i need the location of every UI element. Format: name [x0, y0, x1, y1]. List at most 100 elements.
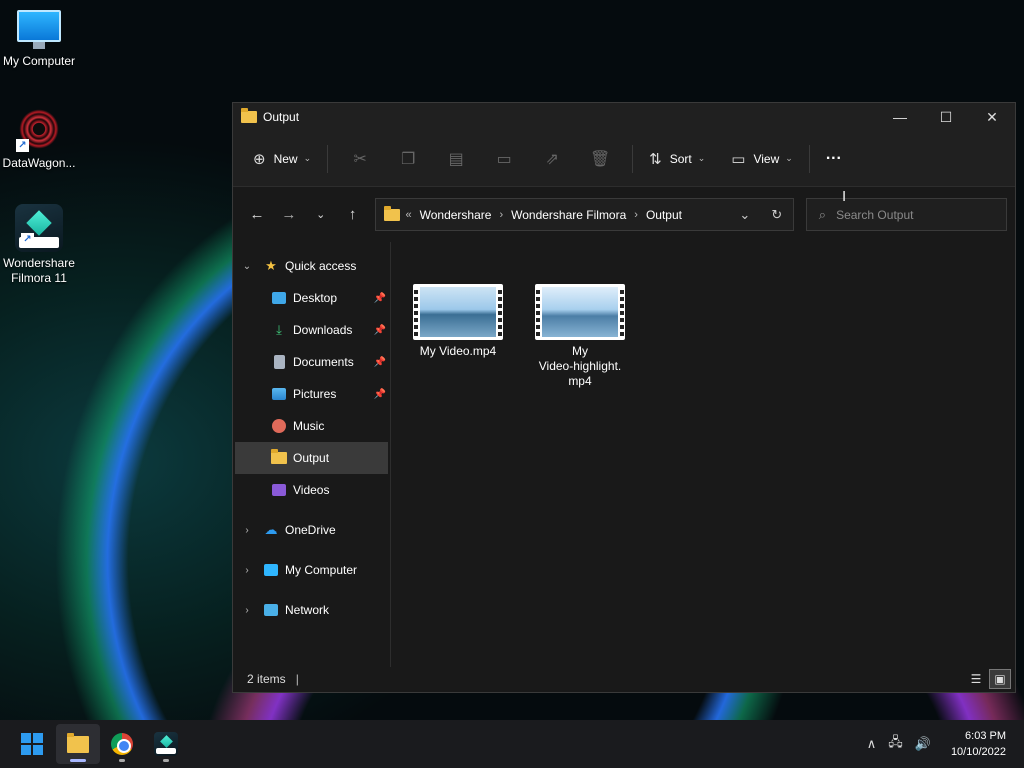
pin-icon[interactable]: 📌: [374, 293, 386, 304]
refresh-icon[interactable]: ↻: [761, 207, 793, 223]
desktop-icon-label: DataWagon...: [2, 156, 76, 170]
view-button[interactable]: ▭ View ⌄: [723, 143, 801, 175]
large-icons-view-button[interactable]: ▣: [989, 669, 1011, 689]
copy-button[interactable]: ❐: [384, 149, 432, 169]
nav-network[interactable]: › Network: [233, 594, 390, 626]
chrome-icon: [111, 733, 133, 755]
navigation-pane: ⌄ ★ Quick access Desktop 📌 ⤓ Downloads 📌…: [233, 242, 391, 667]
file-name: My Video-highlight. mp4: [539, 344, 622, 389]
chevron-down-icon[interactable]: ⌄: [241, 261, 253, 272]
maximize-button[interactable]: ☐: [923, 103, 969, 131]
chevron-right-icon[interactable]: ›: [241, 605, 253, 616]
share-button[interactable]: ⇗: [528, 149, 576, 169]
address-bar[interactable]: « Wondershare › Wondershare Filmora › Ou…: [374, 198, 794, 231]
nav-label: Downloads: [293, 323, 353, 337]
nav-pictures[interactable]: Pictures 📌: [233, 378, 390, 410]
close-button[interactable]: ✕: [969, 103, 1015, 131]
search-icon: ⌕: [818, 206, 827, 222]
sort-arrows-icon: ⇅: [649, 150, 662, 168]
nav-label: Quick access: [285, 259, 357, 273]
new-button[interactable]: ⊕ New ⌄: [245, 143, 319, 175]
address-history-chevron-icon[interactable]: ⌄: [729, 207, 761, 223]
window-controls: — ☐ ✕: [877, 103, 1015, 131]
toolbar-divider: [632, 144, 634, 173]
pin-icon[interactable]: 📌: [374, 325, 386, 336]
show-hidden-icons-chevron-icon[interactable]: ∧: [867, 736, 877, 752]
taskbar-file-explorer[interactable]: [56, 724, 100, 764]
search-box[interactable]: ⌕: [805, 198, 1008, 231]
nav-documents[interactable]: Documents 📌: [233, 346, 390, 378]
nav-desktop[interactable]: Desktop 📌: [233, 282, 390, 314]
file-name-line: My: [571, 344, 588, 358]
desktop-icon: [271, 290, 287, 306]
arrow-up-icon: ↑: [348, 206, 357, 223]
breadcrumb-overflow[interactable]: «: [406, 209, 412, 221]
forward-button[interactable]: →: [273, 199, 305, 231]
arrow-right-icon: →: [281, 206, 297, 223]
monitor-icon: [17, 10, 61, 49]
file-item-my-video-highlight[interactable]: My Video-highlight. mp4: [530, 284, 630, 389]
breadcrumb-wondershare[interactable]: Wondershare: [420, 208, 492, 222]
windows-logo-icon: [21, 733, 43, 755]
up-button[interactable]: ↑: [337, 199, 369, 231]
desktop-icon-filmora[interactable]: ↗ Wondershare Filmora 11: [0, 204, 78, 286]
status-bar: 2 items | ☰ ▣: [233, 667, 1015, 691]
video-file-icon: [535, 284, 625, 340]
nav-my-computer[interactable]: › My Computer: [233, 554, 390, 586]
rename-icon: ▭: [496, 150, 512, 168]
nav-onedrive[interactable]: › ☁ OneDrive: [233, 514, 390, 546]
desktop-icon-my-computer[interactable]: My Computer: [0, 10, 78, 69]
pin-icon[interactable]: 📌: [374, 389, 386, 400]
shortcut-arrow-icon: ↗: [16, 139, 29, 152]
view-icon: ▭: [731, 150, 746, 168]
rename-button[interactable]: ▭: [480, 149, 528, 169]
recent-locations-button[interactable]: ⌄: [305, 199, 337, 231]
nav-videos[interactable]: Videos: [233, 474, 390, 506]
start-button[interactable]: [10, 724, 54, 764]
nav-label: OneDrive: [285, 523, 336, 537]
nav-music[interactable]: Music: [233, 410, 390, 442]
nav-label: Music: [293, 419, 325, 433]
breadcrumb-wondershare-filmora[interactable]: Wondershare Filmora: [511, 208, 626, 222]
nav-label: Output: [293, 451, 330, 465]
details-view-button[interactable]: ☰: [965, 669, 987, 689]
title-bar[interactable]: Output — ☐ ✕: [233, 103, 1015, 131]
folder-icon: [271, 449, 287, 466]
volume-icon[interactable]: 🔊: [915, 736, 931, 752]
toolbar-divider: [808, 144, 810, 173]
taskbar-filmora[interactable]: [144, 724, 188, 764]
nav-downloads[interactable]: ⤓ Downloads 📌: [233, 314, 390, 346]
desktop-icon-datawagon[interactable]: ↗ DataWagon...: [0, 106, 78, 171]
scissors-icon: ✂: [353, 150, 367, 168]
ellipsis-icon: ···: [825, 149, 842, 167]
pin-icon[interactable]: 📌: [374, 357, 386, 368]
file-item-my-video[interactable]: My Video.mp4: [408, 284, 508, 359]
search-input[interactable]: [836, 207, 987, 222]
system-tray: ∧ 🖧 🔊 6:03 PM 10/10/2022: [867, 728, 1024, 760]
breadcrumb-output[interactable]: Output: [646, 208, 682, 222]
back-button[interactable]: ←: [241, 199, 273, 231]
chevron-right-icon[interactable]: ›: [241, 565, 253, 576]
sort-button[interactable]: ⇅ Sort ⌄: [641, 143, 713, 175]
star-icon: ★: [265, 258, 277, 273]
nav-label: Videos: [293, 483, 330, 497]
active-indicator: [70, 759, 86, 762]
more-options-button[interactable]: ···: [818, 143, 850, 175]
toolbar-divider: [327, 144, 329, 173]
clock[interactable]: 6:03 PM 10/10/2022: [951, 728, 1006, 760]
nav-output[interactable]: Output: [235, 442, 388, 474]
paste-button[interactable]: ▤: [432, 149, 480, 169]
video-file-icon: [413, 284, 503, 340]
view-label: View: [753, 151, 780, 166]
tiles-icon: ▣: [994, 672, 1006, 686]
taskbar-chrome[interactable]: [100, 724, 144, 764]
nav-quick-access[interactable]: ⌄ ★ Quick access: [233, 250, 390, 282]
network-status-icon[interactable]: 🖧: [888, 733, 903, 755]
delete-button[interactable]: 🗑: [576, 149, 624, 169]
minimize-button[interactable]: —: [877, 103, 923, 131]
file-name: My Video.mp4: [419, 344, 497, 358]
explorer-body: ⌄ ★ Quick access Desktop 📌 ⤓ Downloads 📌…: [233, 242, 1015, 667]
chevron-right-icon[interactable]: ›: [241, 525, 253, 536]
cut-button[interactable]: ✂: [336, 149, 384, 169]
video-icon: [271, 482, 287, 498]
